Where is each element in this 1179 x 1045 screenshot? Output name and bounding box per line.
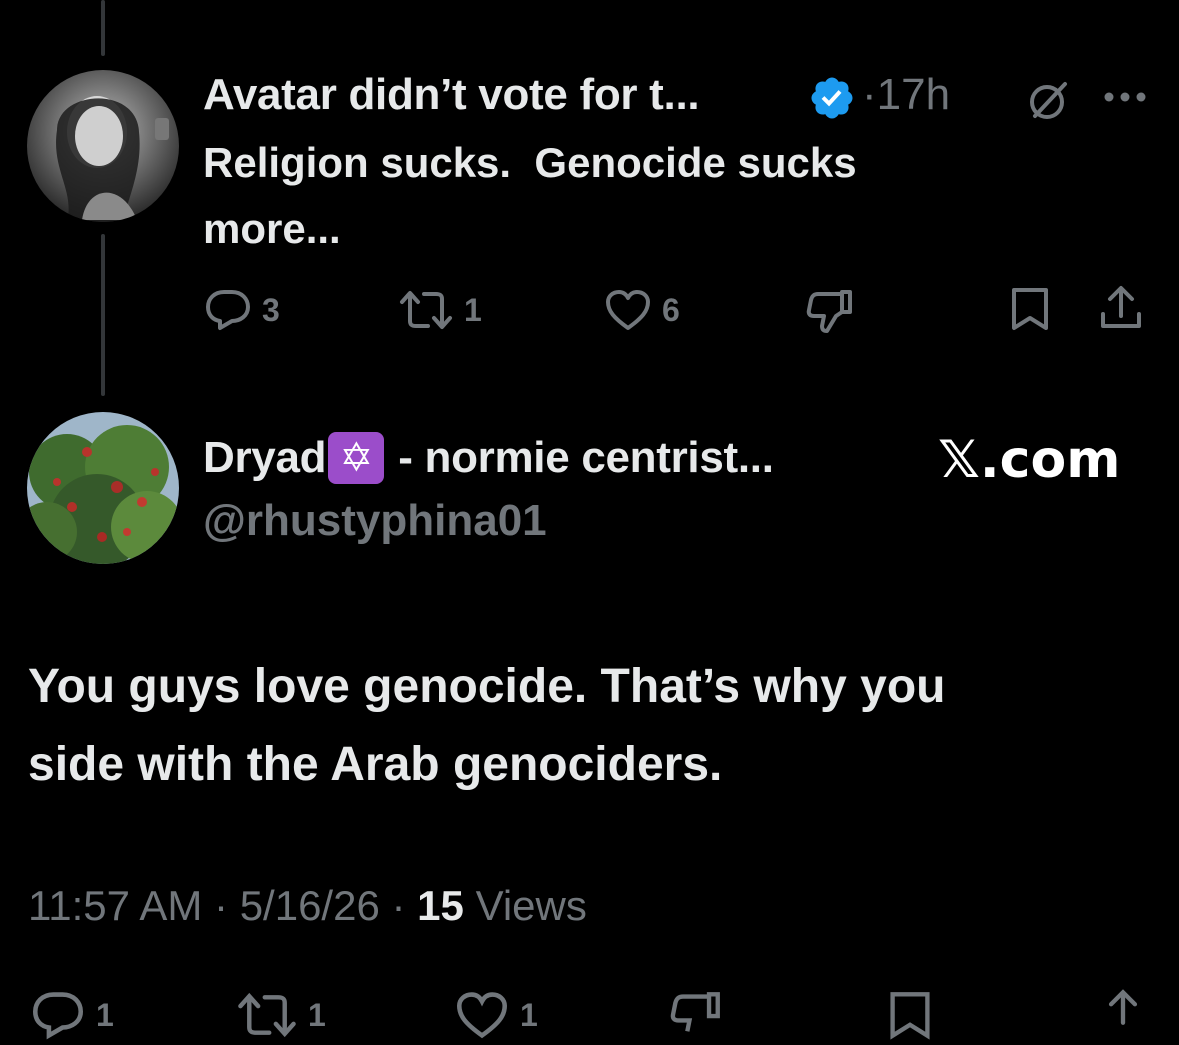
views-label: Views — [475, 882, 587, 929]
parent-avatar[interactable] — [27, 70, 179, 222]
meta-separator: · — [214, 882, 229, 929]
thread-line-middle — [101, 234, 105, 396]
main-reply-count: 1 — [96, 996, 114, 1033]
repost-icon — [238, 992, 296, 1038]
parent-text-line-1: Religion sucks. Genocide sucks — [203, 139, 857, 186]
main-avatar[interactable] — [27, 412, 179, 564]
parent-text-line-2: more... — [203, 205, 341, 252]
time-separator: · — [862, 70, 877, 119]
meta-separator: · — [391, 882, 406, 929]
star-of-david-emoji-icon: ✡ — [328, 432, 385, 484]
main-tweet-text: You guys love genocide. That’s why you s… — [28, 648, 945, 804]
main-bookmark-icon[interactable] — [884, 990, 936, 1045]
main-reply-button[interactable]: 1 — [30, 990, 114, 1040]
parent-time[interactable]: ·17h — [862, 70, 950, 120]
main-like-button[interactable]: 1 — [454, 990, 538, 1040]
thread-line-top — [101, 0, 105, 56]
main-repost-button[interactable]: 1 — [236, 990, 326, 1040]
share-icon[interactable] — [1098, 284, 1144, 337]
reply-icon — [32, 992, 84, 1040]
main-like-count: 1 — [520, 996, 538, 1033]
downvote-icon[interactable] — [806, 288, 854, 339]
repost-count: 1 — [464, 291, 482, 328]
heart-icon — [606, 290, 650, 330]
main-display-name-suffix: - normie centrist... — [398, 433, 774, 482]
repost-icon — [400, 291, 452, 329]
bookmark-icon[interactable] — [1008, 286, 1052, 337]
views-count: 15 — [417, 882, 464, 929]
main-display-name: Dryad — [203, 433, 327, 482]
parent-tweet-text: Religion sucks. Genocide sucks more... — [203, 130, 857, 262]
repost-button[interactable]: 1 — [398, 288, 482, 332]
heart-icon — [456, 992, 508, 1039]
more-options-icon[interactable] — [1103, 90, 1147, 108]
parent-display-name[interactable]: Avatar didn’t vote for t... — [203, 70, 700, 120]
main-text-line-1: You guys love genocide. That’s why you — [28, 660, 946, 713]
parent-time-label: 17h — [876, 70, 951, 119]
main-text-line-2: side with the Arab genociders. — [28, 738, 723, 791]
main-display-name-row[interactable]: Dryad ✡ - normie centrist... — [203, 432, 774, 484]
like-count: 6 — [662, 291, 680, 328]
reply-button[interactable]: 3 — [204, 288, 280, 332]
reply-count: 3 — [262, 291, 280, 328]
verified-badge-icon — [808, 74, 856, 127]
tweet-time[interactable]: 11:57 AM — [28, 882, 202, 929]
x-com-watermark: 𝕏.com — [938, 430, 1121, 490]
main-downvote-icon[interactable] — [668, 990, 724, 1045]
like-button[interactable]: 6 — [604, 288, 680, 332]
main-share-icon[interactable] — [1098, 988, 1148, 1045]
reply-icon — [206, 290, 250, 330]
tweet-meta: 11:57 AM · 5/16/26 · 15 Views — [28, 882, 587, 930]
tweet-date[interactable]: 5/16/26 — [240, 882, 380, 929]
main-repost-count: 1 — [308, 996, 326, 1033]
grok-icon[interactable] — [1025, 78, 1071, 129]
main-handle[interactable]: @rhustyphina01 — [203, 496, 547, 546]
